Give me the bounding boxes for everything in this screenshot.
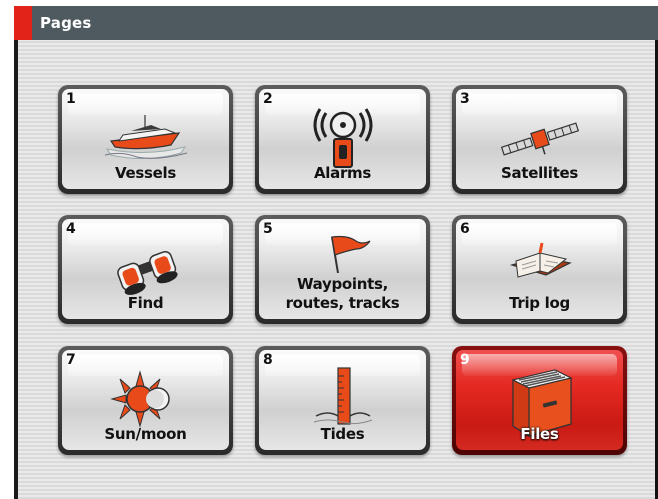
tile-label: Satellites xyxy=(501,164,578,182)
tile-label: Alarms xyxy=(313,164,372,182)
tile-label-line1: Waypoints, xyxy=(296,275,389,293)
tile-files[interactable]: 9 Files xyxy=(452,346,627,455)
tile-label: Vessels xyxy=(115,164,176,182)
tide-gauge-icon xyxy=(259,366,426,430)
logbook-icon xyxy=(456,235,623,299)
tile-waypoints[interactable]: 5 Waypoints, routes, tracks xyxy=(255,215,430,324)
tile-label: Find xyxy=(127,294,164,312)
tile-label-line2: routes, tracks xyxy=(285,294,400,312)
tile-tides[interactable]: 8 Tides xyxy=(255,346,430,455)
alarm-icon xyxy=(259,105,426,169)
tile-label: Trip log xyxy=(509,294,570,312)
flag-icon xyxy=(259,233,426,273)
tile-vessels[interactable]: 1 Vessels xyxy=(58,85,233,194)
sun-moon-icon xyxy=(62,366,229,430)
page-title: Pages xyxy=(40,14,92,32)
tile-label: Waypoints, routes, tracks xyxy=(259,275,426,313)
left-edge xyxy=(14,6,18,499)
tile-satellites[interactable]: 3 Satellites xyxy=(452,85,627,194)
tile-sun-moon[interactable]: 7 Sun/moon xyxy=(58,346,233,455)
tile-trip-log[interactable]: 6 Trip log xyxy=(452,215,627,324)
vessel-icon xyxy=(62,105,229,169)
title-bar: Pages xyxy=(14,6,658,40)
title-accent xyxy=(14,6,32,40)
satellite-icon xyxy=(456,105,623,169)
tile-label: Files xyxy=(520,425,559,443)
tile-label: Sun/moon xyxy=(104,425,187,443)
tile-label: Tides xyxy=(320,425,365,443)
tile-alarms[interactable]: 2 Alarms xyxy=(255,85,430,194)
tile-find[interactable]: 4 Find xyxy=(58,215,233,324)
binoculars-icon xyxy=(62,235,229,299)
